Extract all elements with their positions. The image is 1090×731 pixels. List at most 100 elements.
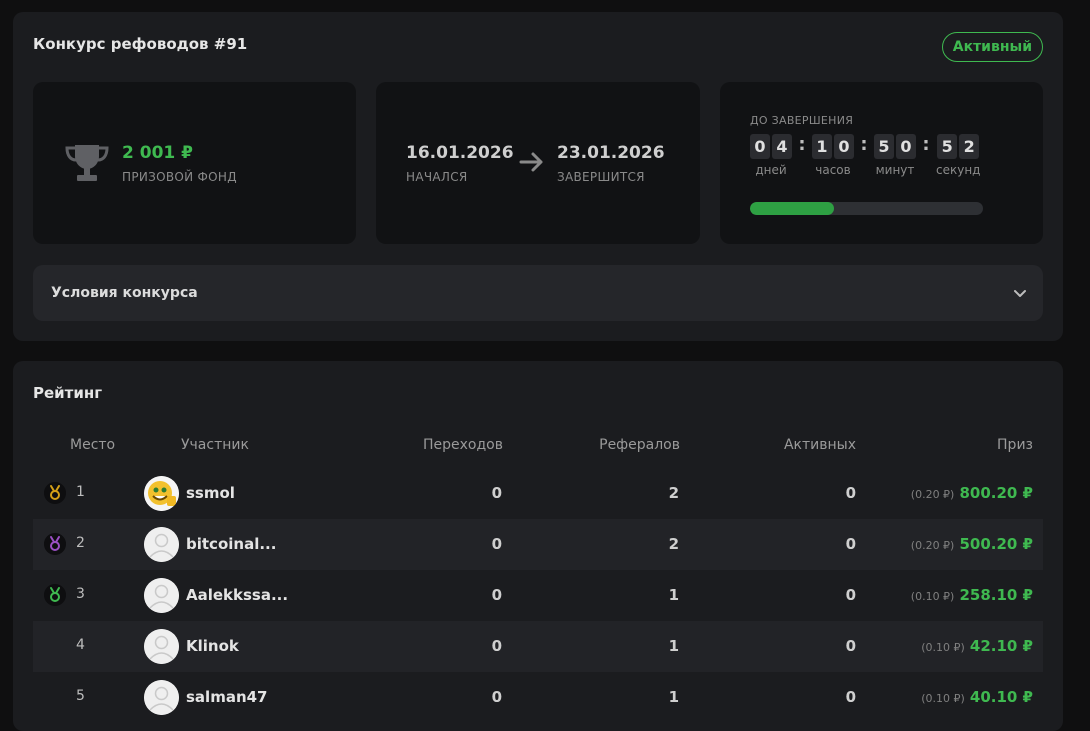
row-prize-value: 42.10 ₽ [969, 637, 1033, 655]
row-place: 3 [76, 586, 85, 602]
contest-progress-bar [750, 202, 983, 215]
row-place: 4 [76, 637, 85, 653]
avatar[interactable] [144, 527, 179, 562]
progress-fill [750, 202, 834, 215]
timer-days-label: дней [755, 163, 787, 177]
medal-icon [44, 482, 66, 504]
row-username[interactable]: bitcoinal... [186, 535, 276, 553]
row-username[interactable]: salman47 [186, 688, 268, 706]
row-active: 0 [845, 484, 856, 502]
row-prize: (0.10 ₽) 40.10 ₽ [921, 687, 1033, 706]
user-placeholder-icon [144, 578, 179, 613]
table-header: Место Участник Переходов Рефералов Актив… [33, 437, 1043, 457]
row-place: 1 [76, 484, 85, 500]
chevron-down-icon[interactable] [1012, 285, 1028, 301]
row-prize-extra: (0.20 ₽) [910, 488, 955, 501]
prize-fund-value: 2 001 ₽ [122, 143, 193, 163]
row-username[interactable]: ssmol [186, 484, 235, 502]
row-prize-extra: (0.10 ₽) [921, 641, 965, 654]
col-referrals: Рефералов [599, 437, 680, 453]
row-prize: (0.20 ₽) 500.20 ₽ [911, 534, 1033, 553]
row-referrals: 2 [668, 535, 679, 553]
timer-separator: : [922, 134, 930, 155]
timer-seconds: 5 2 секунд [936, 134, 980, 177]
table-row[interactable]: 3 Aalekkssa... 0 1 0 (0.10 ₽) 258.10 ₽ [33, 570, 1043, 621]
user-placeholder-icon [144, 629, 179, 664]
row-prize-extra: (0.20 ₽) [910, 539, 955, 552]
timer-hours: 1 0 часов [812, 134, 854, 177]
timer-separator: : [798, 134, 806, 155]
row-username[interactable]: Klinok [186, 637, 239, 655]
timer-digit: 0 [834, 134, 854, 159]
table-row[interactable]: 1 ssmol 0 2 0 (0.20 ₽) 800.20 ₽ [33, 468, 1043, 519]
timer-seconds-label: секунд [936, 163, 981, 177]
row-active: 0 [845, 535, 856, 553]
timer-digit: 2 [959, 134, 980, 159]
col-participant: Участник [181, 437, 249, 453]
timer-digit: 1 [812, 134, 832, 159]
row-active: 0 [845, 637, 856, 655]
table-row[interactable]: 5 salman47 0 1 0 (0.10 ₽) 40.10 ₽ [33, 672, 1043, 723]
user-placeholder-icon [144, 680, 179, 715]
row-prize: (0.10 ₽) 42.10 ₽ [921, 636, 1033, 655]
status-badge: Активный [941, 32, 1043, 62]
conditions-label: Условия конкурса [51, 285, 198, 301]
timer-digit: 4 [772, 134, 792, 159]
end-label: ЗАВЕРШИТСЯ [557, 170, 645, 184]
col-place: Место [70, 437, 116, 453]
row-clicks: 0 [491, 637, 502, 655]
medal-icon [44, 584, 66, 606]
row-prize-value: 258.10 ₽ [959, 586, 1033, 604]
contest-panel: Конкурс рефоводов #91 Активный 2 001 ₽ П… [13, 12, 1063, 341]
timer-minutes-label: минут [875, 163, 915, 177]
avatar[interactable] [144, 578, 179, 613]
row-place: 5 [76, 688, 85, 704]
user-placeholder-icon [144, 527, 179, 562]
col-clicks: Переходов [423, 437, 503, 453]
avatar[interactable] [144, 680, 179, 715]
col-prize: Приз [997, 437, 1033, 453]
rating-title: Рейтинг [33, 384, 103, 402]
row-place: 2 [76, 535, 85, 551]
prize-fund-label: ПРИЗОВОЙ ФОНД [122, 170, 237, 184]
row-prize-value: 500.20 ₽ [959, 535, 1033, 553]
end-date: 23.01.2026 [557, 143, 665, 163]
row-prize: (0.20 ₽) 800.20 ₽ [911, 483, 1033, 502]
row-active: 0 [845, 586, 856, 604]
avatar[interactable] [144, 476, 179, 511]
row-referrals: 1 [668, 586, 679, 604]
row-clicks: 0 [491, 535, 502, 553]
col-active: Активных [783, 437, 856, 453]
row-referrals: 1 [668, 688, 679, 706]
table-row[interactable]: 4 Klinok 0 1 0 (0.10 ₽) 42.10 ₽ [33, 621, 1043, 672]
trophy-icon [65, 145, 109, 181]
table-row[interactable]: 2 bitcoinal... 0 2 0 (0.20 ₽) 500.20 ₽ [33, 519, 1043, 570]
countdown-timer: 0 4 дней : 1 0 часов : 5 0 минут: 5 2 с… [750, 134, 980, 177]
row-prize-extra: (0.10 ₽) [910, 590, 955, 603]
countdown-card: ДО ЗАВЕРШЕНИЯ 0 4 дней : 1 0 часов : 5 0… [720, 82, 1043, 244]
row-username[interactable]: Aalekkssa... [186, 586, 288, 604]
timer-separator: : [860, 134, 868, 155]
timer-hours-label: часов [815, 163, 851, 177]
start-date: 16.01.2026 [406, 143, 514, 163]
dates-card: 16.01.2026 НАЧАЛСЯ 23.01.2026 ЗАВЕРШИТСЯ [376, 82, 700, 244]
row-prize-value: 800.20 ₽ [959, 484, 1033, 502]
medal-icon [44, 533, 66, 555]
avatar[interactable] [144, 629, 179, 664]
timer-digit: 0 [750, 134, 770, 159]
conditions-accordion[interactable]: Условия конкурса [33, 265, 1043, 321]
rating-panel: Рейтинг Место Участник Переходов Реферал… [13, 361, 1063, 731]
row-prize-value: 40.10 ₽ [969, 688, 1033, 706]
row-clicks: 0 [491, 484, 502, 502]
until-label: ДО ЗАВЕРШЕНИЯ [750, 114, 854, 127]
row-clicks: 0 [491, 688, 502, 706]
row-clicks: 0 [491, 586, 502, 604]
row-referrals: 1 [668, 637, 679, 655]
timer-minutes: 5 0 минут [874, 134, 916, 177]
arrow-right-icon [519, 152, 543, 172]
start-label: НАЧАЛСЯ [406, 170, 468, 184]
timer-days: 0 4 дней [750, 134, 792, 177]
timer-digit: 5 [874, 134, 894, 159]
prize-fund-card: 2 001 ₽ ПРИЗОВОЙ ФОНД [33, 82, 356, 244]
row-referrals: 2 [668, 484, 679, 502]
